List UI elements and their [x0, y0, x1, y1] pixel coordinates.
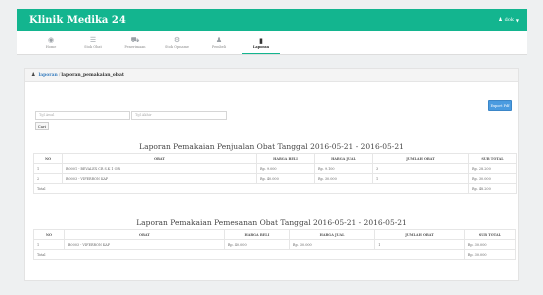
- truck-icon: ⛟: [130, 36, 140, 44]
- menu-item-penerimaan[interactable]: ⛟ Penerimaan: [116, 32, 154, 54]
- menu-item-stok-opname[interactable]: ⚙ Stok Opname: [158, 32, 196, 54]
- cell-obat: B0003 - VIFERRON KAP: [62, 173, 257, 184]
- report1-table: NO OBAT HARGA BELI HARGA JUAL JUMLAH OBA…: [33, 153, 517, 194]
- report2-title: Laporan Pemakaian Pemesanan Obat Tanggal…: [136, 218, 407, 227]
- app-brand[interactable]: Klinik Medika 24: [29, 15, 126, 26]
- dashboard-icon: ◉: [47, 36, 55, 44]
- cell-no: 2: [33, 173, 63, 184]
- export-pdf-button[interactable]: Export Pdf: [488, 100, 512, 111]
- breadcrumb: ♟ laporan / laporan_pemakaian_obat: [25, 69, 518, 82]
- table-header-row: NO OBAT HARGA BELI HARGA JUAL JUMLAH OBA…: [33, 153, 517, 164]
- menu-label: Penerimaan: [124, 45, 146, 49]
- total-value: Rp. 30.000: [463, 249, 517, 260]
- total-value: Rp. 48.200: [468, 183, 517, 194]
- user-icon: ♟: [498, 17, 503, 23]
- table-total-row: Total Rp. 48.200: [33, 183, 517, 194]
- column-header: NO: [33, 229, 65, 240]
- menu-item-home[interactable]: ◉ Home: [32, 32, 70, 54]
- menu-item-pembeli[interactable]: ♟ Pembeli: [200, 32, 238, 54]
- end-date-input[interactable]: Tgl Akhir: [131, 111, 227, 120]
- menu-label: Pembeli: [211, 45, 227, 49]
- table-header-row: NO OBAT HARGA BELI HARGA JUAL JUMLAH OBA…: [33, 229, 517, 240]
- cell-harga-jual: Rp. 30.000: [314, 173, 373, 184]
- cell-jumlah: 3: [372, 163, 469, 174]
- report-panel: ♟ laporan / laporan_pemakaian_obat Expor…: [24, 68, 519, 281]
- column-header: SUB TOTAL: [463, 229, 517, 240]
- menu-item-stok-obat[interactable]: ☰ Stok Obat: [74, 32, 112, 54]
- column-header: NO: [33, 153, 63, 164]
- column-header: HARGA JUAL: [314, 153, 373, 164]
- menu-label: Stok Obat: [84, 45, 102, 49]
- book-icon: ▮: [259, 35, 263, 45]
- column-header: JUMLAH OBAT: [372, 153, 469, 164]
- cell-no: 1: [33, 239, 65, 250]
- breadcrumb-separator: /: [58, 72, 61, 78]
- column-header: HARGA JUAL: [288, 229, 376, 240]
- list-icon: ☰: [89, 36, 97, 44]
- table-row: 2 B0003 - VIFERRON KAP Rp. 40.000 Rp. 30…: [33, 173, 517, 184]
- cell-harga-beli: Rp. 40.000: [223, 239, 290, 250]
- table-total-row: Total Rp. 30.000: [33, 249, 517, 260]
- cogs-icon: ⚙: [173, 36, 181, 44]
- user-menu[interactable]: ♟ dok ▼: [498, 17, 519, 23]
- column-header: SUB TOTAL: [468, 153, 517, 164]
- cell-jumlah: 1: [372, 173, 469, 184]
- column-header: HARGA BELI: [256, 153, 315, 164]
- cell-subtotal: Rp. 28.200: [468, 163, 517, 174]
- cell-obat: B0001 - BEVALEX CR S.K 1 OR: [62, 163, 257, 174]
- start-date-input[interactable]: Tgl Awal: [35, 111, 130, 120]
- menu-label: Laporan: [252, 44, 270, 49]
- total-label: Total: [33, 249, 465, 260]
- user-icon: ♟: [215, 36, 223, 44]
- cell-subtotal: Rp. 30.000: [463, 239, 517, 250]
- search-button[interactable]: Cari: [35, 122, 49, 130]
- cell-harga-beli: Rp. 9.000: [256, 163, 315, 174]
- table-row: 1 B0003 - VIFERRON KAP Rp. 40.000 Rp. 30…: [33, 239, 517, 250]
- cell-obat: B0003 - VIFERRON KAP: [63, 239, 225, 250]
- cell-jumlah: 1: [374, 239, 465, 250]
- total-label: Total: [33, 183, 469, 194]
- breadcrumb-current: laporan_pemakaian_obat: [61, 72, 124, 78]
- cell-harga-jual: Rp. 9.100: [314, 163, 373, 174]
- report1-title: Laporan Pemakaian Penjualan Obat Tanggal…: [139, 142, 404, 151]
- menu-item-laporan[interactable]: ▮ Laporan: [242, 32, 280, 54]
- menu-label: Stok Opname: [165, 45, 189, 49]
- breadcrumb-root[interactable]: laporan: [38, 73, 57, 78]
- table-row: 1 B0001 - BEVALEX CR S.K 1 OR Rp. 9.000 …: [33, 163, 517, 174]
- column-header: OBAT: [62, 153, 257, 164]
- column-header: HARGA BELI: [223, 229, 290, 240]
- chevron-down-icon: ▼: [515, 17, 519, 23]
- user-name: dok: [504, 17, 514, 23]
- report2-table: NO OBAT HARGA BELI HARGA JUAL JUMLAH OBA…: [33, 229, 517, 260]
- cell-harga-beli: Rp. 40.000: [256, 173, 315, 184]
- column-header: JUMLAH OBAT: [374, 229, 465, 240]
- cell-harga-jual: Rp. 30.000: [288, 239, 376, 250]
- column-header: OBAT: [63, 229, 225, 240]
- main-menu: ◉ Home ☰ Stok Obat ⛟ Penerimaan ⚙ Stok O…: [17, 31, 527, 55]
- cell-no: 1: [33, 163, 63, 174]
- cell-subtotal: Rp. 30.000: [468, 173, 517, 184]
- top-navbar: Klinik Medika 24 ♟ dok ▼: [17, 9, 527, 31]
- menu-label: Home: [45, 45, 57, 49]
- user-icon: ♟: [31, 72, 36, 78]
